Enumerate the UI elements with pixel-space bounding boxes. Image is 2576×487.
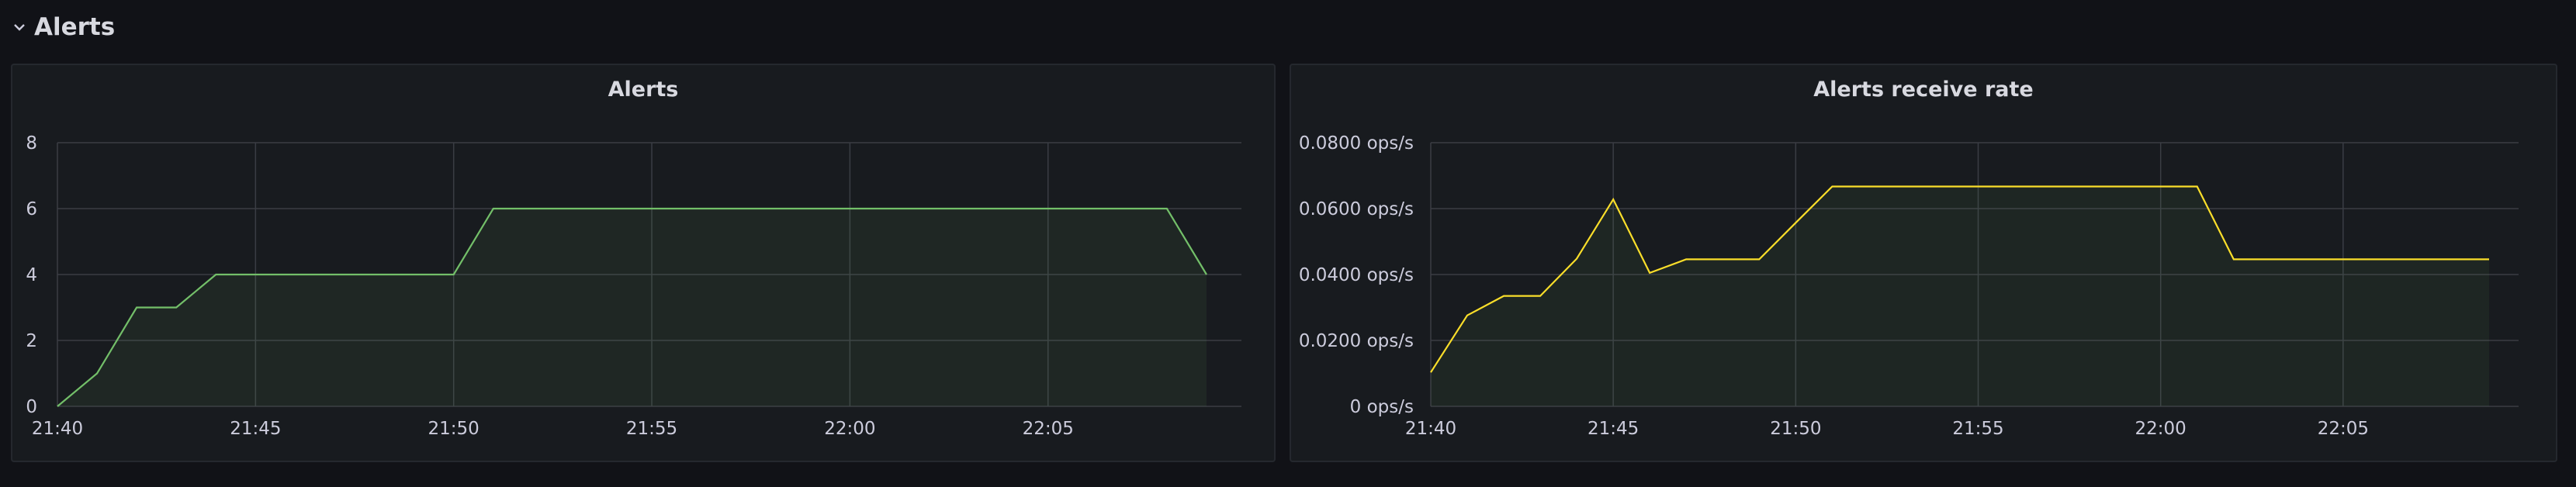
y-tick-label: 0.0800 ops/s xyxy=(1299,133,1414,154)
x-tick-label: 22:00 xyxy=(824,419,875,439)
y-tick-label: 6 xyxy=(26,199,37,219)
x-tick-label: 22:05 xyxy=(1023,419,1074,439)
y-tick-label: 4 xyxy=(26,265,37,285)
x-tick-label: 21:50 xyxy=(428,419,480,439)
alerts-receive-rate-panel[interactable]: Alerts receive rate 0 ops/s 0.0200 ops/s 0… xyxy=(1290,64,2557,462)
x-tick-label: 21:45 xyxy=(1587,419,1639,439)
y-tick-label: 8 xyxy=(26,133,37,154)
series-area xyxy=(57,209,1207,406)
y-tick-label: 0 ops/s xyxy=(1350,397,1414,417)
alerts-receive-rate-chart: 0 ops/s 0.0200 ops/s 0.0400 ops/s 0.0600 op… xyxy=(1299,133,2519,439)
series-area xyxy=(1431,186,2489,406)
x-tick-label: 21:40 xyxy=(32,419,83,439)
y-tick-label: 0.0200 ops/s xyxy=(1299,331,1414,351)
alerts-panel[interactable]: Alerts 0 2 4 6 8 21:40 21:45 21:50 21:55 22:00 22:… xyxy=(11,64,1276,462)
x-tick-label: 21:45 xyxy=(230,419,281,439)
x-tick-label: 22:00 xyxy=(2135,419,2186,439)
chevron-down-icon[interactable] xyxy=(12,20,26,34)
row-title: Alerts xyxy=(34,13,116,41)
row-header[interactable]: Alerts xyxy=(12,8,115,47)
x-tick-label: 21:50 xyxy=(1770,419,1821,439)
x-tick-label: 22:05 xyxy=(2318,419,2369,439)
y-tick-label: 0.0400 ops/s xyxy=(1299,265,1414,285)
y-tick-label: 2 xyxy=(26,331,37,351)
y-tick-label: 0.0600 ops/s xyxy=(1299,199,1414,219)
y-tick-label: 0 xyxy=(26,397,37,417)
x-tick-label: 21:55 xyxy=(626,419,677,439)
alerts-chart: 0 2 4 6 8 21:40 21:45 21:50 21:55 22:00 22:05 xyxy=(26,133,1241,439)
x-tick-label: 21:40 xyxy=(1405,419,1456,439)
x-tick-label: 21:55 xyxy=(1952,419,2003,439)
